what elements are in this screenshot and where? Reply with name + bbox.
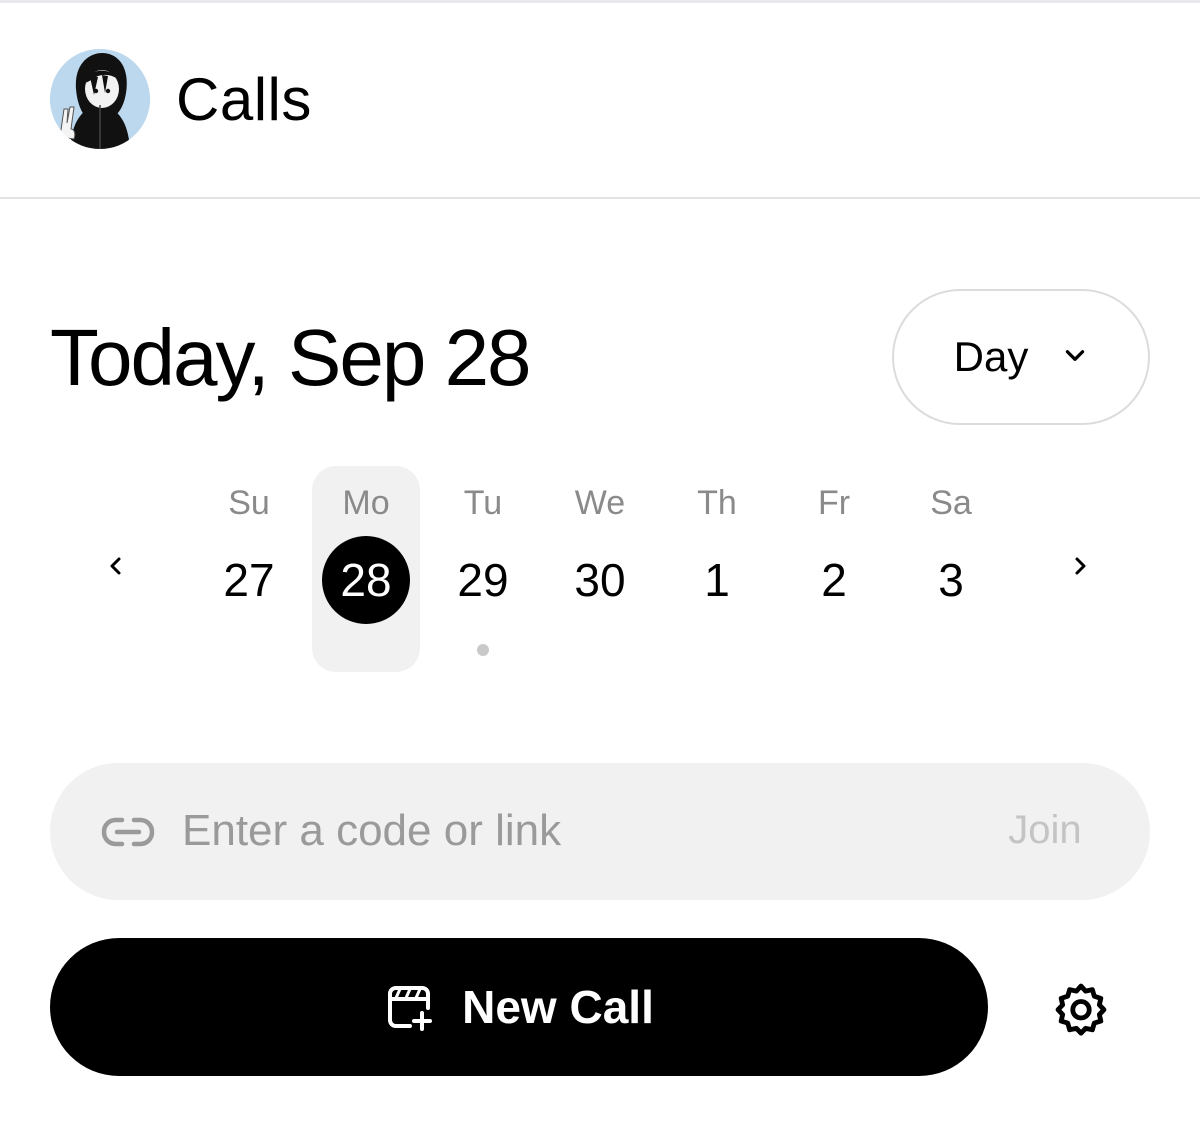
link-icon — [100, 812, 156, 852]
day-number-badge: 1 — [673, 536, 761, 624]
date-heading: Today, Sep 28 — [50, 313, 532, 402]
day-column[interactable]: Fr 2 — [780, 466, 888, 672]
day-number-badge: 29 — [439, 536, 527, 624]
day-number: 29 — [457, 554, 509, 606]
event-indicator-dot — [477, 644, 489, 656]
settings-button[interactable] — [1052, 980, 1110, 1038]
avatar-image — [50, 49, 150, 149]
code-or-link-input[interactable] — [182, 795, 962, 867]
day-name: Tu — [463, 484, 503, 522]
gear-icon — [1052, 983, 1110, 1042]
new-call-label: New Call — [462, 981, 654, 1033]
day-name: Su — [228, 484, 270, 522]
day-name: Mo — [342, 484, 390, 522]
day-number-badge: 2 — [790, 536, 878, 624]
day-column[interactable]: We 30 — [546, 466, 654, 672]
day-number-badge: 30 — [556, 536, 644, 624]
day-column[interactable]: Tu 29 — [429, 466, 537, 672]
chevron-down-icon — [1062, 342, 1088, 373]
day-number: 3 — [938, 554, 964, 606]
day-column[interactable]: Th 1 — [663, 466, 771, 672]
day-number-badge: 27 — [205, 536, 293, 624]
join-button[interactable]: Join — [990, 800, 1100, 860]
day-column[interactable]: Su 27 — [195, 466, 303, 672]
day-name: We — [574, 484, 626, 522]
day-number: 2 — [821, 554, 847, 606]
new-call-button[interactable]: New Call — [50, 938, 988, 1076]
page-title: Calls — [176, 66, 312, 133]
day-number-badge: 28 — [322, 536, 410, 624]
day-number: 28 — [340, 554, 392, 606]
day-name: Fr — [817, 484, 851, 522]
chevron-left-icon — [104, 554, 128, 583]
chevron-right-icon — [1068, 554, 1092, 583]
day-number-badge: 3 — [907, 536, 995, 624]
day-number: 1 — [704, 554, 730, 606]
view-selector[interactable]: Day — [892, 289, 1150, 425]
day-number: 30 — [574, 554, 626, 606]
avatar[interactable] — [50, 49, 150, 149]
header: Calls — [0, 3, 1200, 199]
day-name: Th — [697, 484, 737, 522]
prev-week-button[interactable] — [94, 546, 138, 590]
day-column-selected[interactable]: Mo 28 — [312, 466, 420, 672]
day-number: 27 — [223, 554, 275, 606]
next-week-button[interactable] — [1058, 546, 1102, 590]
view-selector-value: Day — [953, 333, 1029, 380]
day-column[interactable]: Sa 3 — [897, 466, 1005, 672]
week-strip: Su 27 Mo 28 Tu 29 We 30 Th 1 Fr 2 Sa 3 — [0, 460, 1200, 680]
calendar-add-icon — [384, 982, 434, 1032]
calls-page: Calls Today, Sep 28 Day Su 27 Mo 28 Tu 2… — [0, 0, 1200, 1122]
day-name: Sa — [930, 484, 972, 522]
